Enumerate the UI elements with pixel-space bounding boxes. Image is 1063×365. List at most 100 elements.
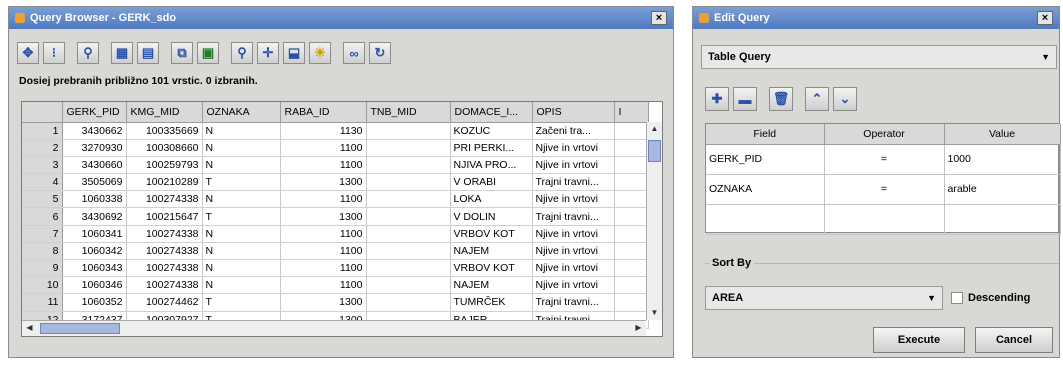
gerk-pid-cell[interactable]: 1060352 xyxy=(62,293,127,312)
remove-condition-icon[interactable]: ▬ xyxy=(733,87,757,111)
opis-cell[interactable]: Njive in vrtovi xyxy=(532,139,615,157)
domace-ime-cell[interactable]: VRBOV KOT xyxy=(450,225,533,243)
cancel-button[interactable]: Cancel xyxy=(975,327,1053,353)
tnb-mid-cell[interactable] xyxy=(366,122,451,140)
domace-ime-cell[interactable]: KOZUC xyxy=(450,122,533,140)
kmg-mid-cell[interactable]: 100274338 xyxy=(126,190,203,209)
oznaka-cell[interactable]: N xyxy=(202,156,281,175)
condition-row[interactable]: OZNAKA = arable xyxy=(706,174,1061,205)
domace-ime-cell[interactable]: NAJEM xyxy=(450,276,533,295)
column-header[interactable]: OPIS xyxy=(532,102,615,123)
zoom-extent-icon[interactable]: ✥ xyxy=(17,42,39,64)
domace-ime-cell[interactable]: VRBOV KOT xyxy=(450,259,533,278)
vertical-scrollbar[interactable]: ▲ ▼ xyxy=(646,122,662,320)
oznaka-cell[interactable]: N xyxy=(202,190,281,209)
raba-id-cell[interactable]: 1100 xyxy=(280,139,367,157)
domace-ime-cell[interactable]: TUMRČEK xyxy=(450,293,533,312)
horizontal-scroll-thumb[interactable] xyxy=(40,323,120,334)
column-header[interactable]: DOMACE_I... xyxy=(450,102,533,123)
table-row[interactable]: 3 3430660 100259793 N 1100 NJIVA PRO... Njive … xyxy=(22,156,649,175)
empty-cell[interactable] xyxy=(614,293,649,312)
kmg-mid-cell[interactable]: 100335669 xyxy=(126,122,203,140)
kmg-mid-cell[interactable]: 100259793 xyxy=(126,156,203,175)
empty-cell[interactable] xyxy=(614,173,649,192)
column-header[interactable]: KMG_MID xyxy=(126,102,203,123)
move-up-icon[interactable]: ⌃ xyxy=(805,87,829,111)
scroll-down-icon[interactable]: ▼ xyxy=(647,306,662,320)
column-header[interactable]: TNB_MID xyxy=(366,102,451,123)
copy-icon[interactable]: ⧉ xyxy=(171,42,193,64)
empty-cell[interactable] xyxy=(614,207,649,226)
column-header[interactable]: RABA_ID xyxy=(280,102,367,123)
raba-id-cell[interactable]: 1100 xyxy=(280,156,367,175)
binoculars-icon[interactable]: ∞ xyxy=(343,42,365,64)
oznaka-cell[interactable]: N xyxy=(202,122,281,140)
gerk-pid-cell[interactable]: 1060343 xyxy=(62,259,127,278)
flash-icon[interactable]: ☀ xyxy=(309,42,331,64)
value-cell[interactable]: 1000 xyxy=(944,144,1061,175)
tnb-mid-cell[interactable] xyxy=(366,156,451,175)
opis-cell[interactable]: Njive in vrtovi xyxy=(532,276,615,295)
value-cell[interactable]: arable xyxy=(944,174,1061,205)
edit-query-titlebar[interactable]: Edit Query × xyxy=(693,7,1059,29)
add-condition-icon[interactable]: ✚ xyxy=(705,87,729,111)
raba-id-cell[interactable]: 1100 xyxy=(280,190,367,209)
value-cell[interactable] xyxy=(944,204,1061,235)
query-type-select[interactable]: Table Query ▼ xyxy=(701,45,1057,69)
column-header[interactable]: GERK_PID xyxy=(62,102,127,123)
raba-id-cell[interactable]: 1300 xyxy=(280,207,367,226)
table-icon[interactable]: ▦ xyxy=(111,42,133,64)
raba-id-cell[interactable]: 1100 xyxy=(280,276,367,295)
descending-option[interactable]: Descending xyxy=(951,292,1030,304)
execute-button[interactable]: Execute xyxy=(873,327,965,353)
highlight-icon[interactable]: ⬓ xyxy=(283,42,305,64)
tnb-mid-cell[interactable] xyxy=(366,225,451,243)
opis-cell[interactable]: Njive in vrtovi xyxy=(532,156,615,175)
tnb-mid-cell[interactable] xyxy=(366,173,451,192)
empty-cell[interactable] xyxy=(614,190,649,209)
kmg-mid-cell[interactable]: 100210289 xyxy=(126,173,203,192)
close-button[interactable]: × xyxy=(651,11,667,25)
table-row[interactable]: 7 1060341 100274338 N 1100 VRBOV KOT Njive in … xyxy=(22,225,649,243)
opis-cell[interactable]: Njive in vrtovi xyxy=(532,259,615,278)
table-row[interactable]: 4 3505069 100210289 T 1300 V ORABI Trajni trav… xyxy=(22,173,649,192)
empty-cell[interactable] xyxy=(614,122,649,140)
kmg-mid-cell[interactable]: 100308660 xyxy=(126,139,203,157)
kmg-mid-cell[interactable]: 100274338 xyxy=(126,259,203,278)
kmg-mid-cell[interactable]: 100274338 xyxy=(126,225,203,243)
empty-cell[interactable] xyxy=(614,139,649,157)
oznaka-cell[interactable]: T xyxy=(202,293,281,312)
descending-checkbox[interactable] xyxy=(951,292,963,304)
raba-id-cell[interactable]: 1130 xyxy=(280,122,367,140)
table-columns-icon[interactable]: ▤ xyxy=(137,42,159,64)
zoom-to-icon[interactable]: ⚲ xyxy=(231,42,253,64)
oznaka-cell[interactable]: T xyxy=(202,207,281,226)
field-cell[interactable]: OZNAKA xyxy=(706,174,825,205)
refresh-icon[interactable]: ↻ xyxy=(369,42,391,64)
gerk-pid-cell[interactable]: 3505069 xyxy=(62,173,127,192)
raba-id-cell[interactable]: 1100 xyxy=(280,242,367,261)
opis-cell[interactable]: Trajni travni... xyxy=(532,293,615,312)
gerk-pid-cell[interactable]: 1060341 xyxy=(62,225,127,243)
oznaka-cell[interactable]: N xyxy=(202,276,281,295)
tnb-mid-cell[interactable] xyxy=(366,259,451,278)
domace-ime-cell[interactable]: V ORABI xyxy=(450,173,533,192)
tnb-mid-cell[interactable] xyxy=(366,139,451,157)
column-header[interactable]: OZNAKA xyxy=(202,102,281,123)
table-row[interactable]: 6 3430692 100215647 T 1300 V DOLIN Trajni trav… xyxy=(22,207,649,226)
opis-cell[interactable]: Njive in vrtovi xyxy=(532,190,615,209)
kmg-mid-cell[interactable]: 100274338 xyxy=(126,242,203,261)
domace-ime-cell[interactable]: NAJEM xyxy=(450,242,533,261)
oznaka-cell[interactable]: T xyxy=(202,173,281,192)
gerk-pid-cell[interactable]: 3270930 xyxy=(62,139,127,157)
tnb-mid-cell[interactable] xyxy=(366,276,451,295)
select-tool-icon[interactable]: ⁝ xyxy=(43,42,65,64)
domace-ime-cell[interactable]: V DOLIN xyxy=(450,207,533,226)
operator-cell[interactable] xyxy=(824,204,945,235)
filter-icon[interactable]: ⚲ xyxy=(77,42,99,64)
gerk-pid-cell[interactable]: 1060338 xyxy=(62,190,127,209)
gerk-pid-cell[interactable]: 1060346 xyxy=(62,276,127,295)
export-excel-icon[interactable]: ▣ xyxy=(197,42,219,64)
kmg-mid-cell[interactable]: 100274462 xyxy=(126,293,203,312)
opis-cell[interactable]: Njive in vrtovi xyxy=(532,225,615,243)
